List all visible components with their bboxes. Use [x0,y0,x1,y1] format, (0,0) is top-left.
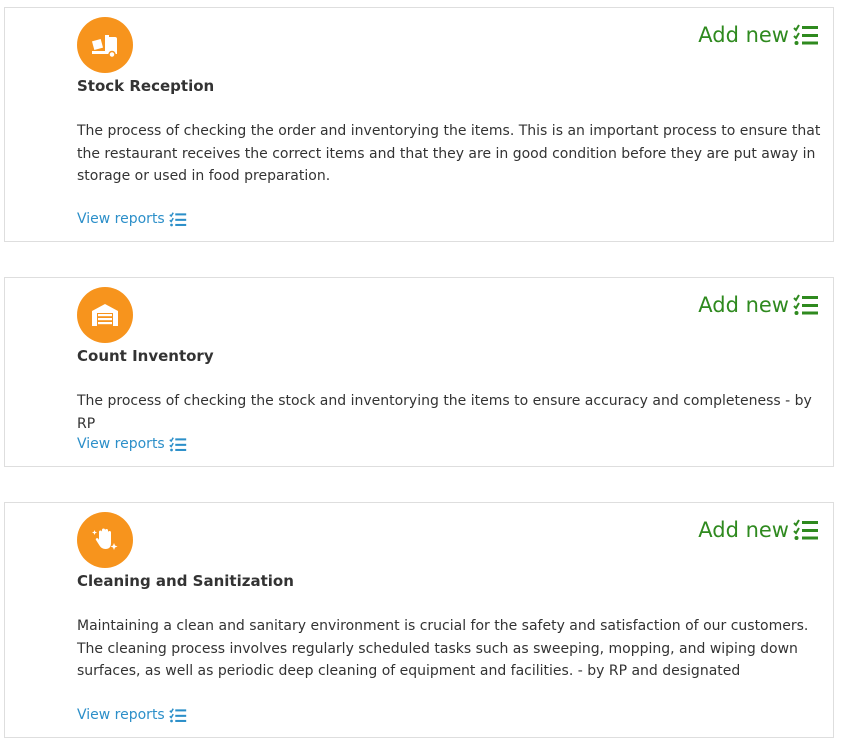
view-reports-link[interactable]: View reports [77,436,187,452]
card-title: Count Inventory [77,347,214,365]
add-new-label: Add new [698,293,789,317]
delivery-dolly-icon [77,17,133,73]
add-new-button[interactable]: Add new [698,518,819,542]
card-description: The process of checking the order and in… [77,123,821,184]
view-reports-label: View reports [77,436,165,452]
add-new-label: Add new [698,23,789,47]
add-new-label: Add new [698,518,789,542]
checklist-icon [169,436,186,451]
view-reports-label: View reports [77,707,165,723]
card-title: Stock Reception [77,77,215,95]
warehouse-icon [77,287,133,343]
add-new-button[interactable]: Add new [698,293,819,317]
checklist-icon [793,294,818,315]
view-reports-label: View reports [77,211,165,227]
checklist-icon [793,519,818,540]
card-description: The process of checking the stock and in… [77,393,812,432]
add-new-button[interactable]: Add new [698,23,819,47]
checklist-icon [169,211,186,226]
card-description: Maintaining a clean and sanitary environ… [77,618,809,679]
view-reports-link[interactable]: View reports [77,211,187,227]
checklist-icon [793,24,818,45]
card-title: Cleaning and Sanitization [77,572,294,590]
view-reports-link[interactable]: View reports [77,707,187,723]
process-card: Count Inventory The process of checking … [4,277,834,467]
process-card: Cleaning and Sanitization Maintaining a … [4,502,834,738]
checklist-icon [169,707,186,722]
process-card: Stock Reception The process of checking … [4,7,834,242]
hand-sparkles-icon [77,512,133,568]
